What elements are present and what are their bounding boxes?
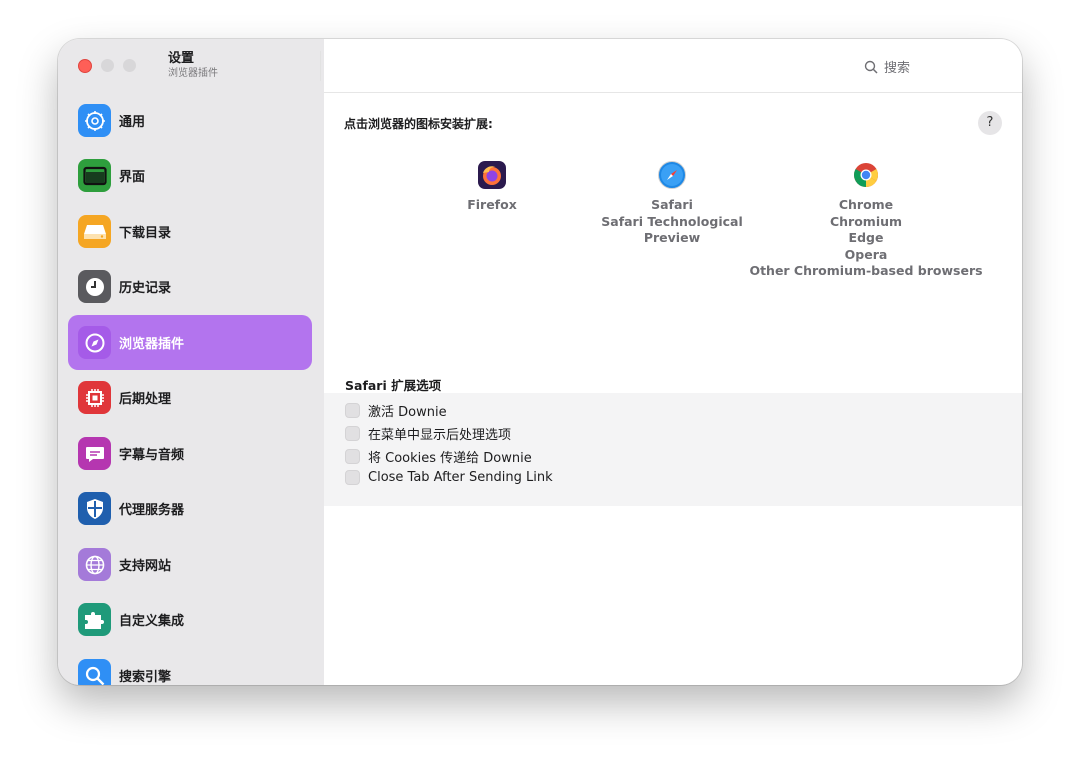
help-button[interactable]: ? — [978, 111, 1002, 135]
browser-name: Chrome — [838, 197, 894, 212]
sidebar-item-label: 历史记录 — [119, 281, 172, 296]
main-content: 点击浏览器的图标安装扩展: ? Firefox Safari Safari Te… — [324, 93, 1022, 685]
sidebar-item-label: 支持网站 — [119, 559, 172, 574]
close-button[interactable] — [78, 59, 92, 73]
sidebar-item-history[interactable]: 历史记录 — [68, 259, 312, 314]
sidebar: 设置 浏览器插件 通用 界面 下载目录 历史记录 浏览器插件 后期处理 字幕与音… — [58, 39, 325, 685]
magnifier-icon — [78, 659, 111, 685]
option-label: 激活 Downie — [368, 405, 447, 420]
minimize-button[interactable] — [101, 59, 114, 72]
sidebar-item-label: 自定义集成 — [119, 614, 185, 629]
search-icon — [864, 60, 878, 74]
checkbox[interactable] — [345, 426, 360, 441]
sidebar-item-label: 字幕与音频 — [119, 448, 185, 463]
globe-icon — [78, 548, 111, 581]
browser-firefox[interactable]: Firefox — [452, 161, 532, 214]
search-field[interactable]: 搜索 — [864, 57, 910, 76]
toolbar: 搜索 — [324, 39, 1022, 93]
sidebar-item-label: 下载目录 — [119, 226, 172, 241]
sidebar-item-supported-sites[interactable]: 支持网站 — [68, 537, 312, 592]
safari-options-panel: 激活 Downie 在菜单中显示后处理选项 将 Cookies 传递给 Down… — [324, 393, 1022, 506]
sidebar-item-label: 搜索引擎 — [119, 670, 172, 685]
sidebar-item-general[interactable]: 通用 — [68, 93, 312, 148]
clock-icon — [78, 270, 111, 303]
install-instructions: 点击浏览器的图标安装扩展: — [344, 117, 493, 131]
option-pass-cookies[interactable]: 将 Cookies 传递给 Downie — [345, 447, 532, 466]
safari-options-title: Safari 扩展选项 — [345, 378, 442, 393]
sidebar-item-subtitles-audio[interactable]: 字幕与音频 — [68, 426, 312, 481]
window-icon — [78, 159, 111, 192]
browser-name: Opera — [844, 246, 888, 262]
sidebar-item-browser-extensions[interactable]: 浏览器插件 — [68, 315, 312, 370]
drive-icon — [78, 215, 111, 248]
browser-name: Firefox — [467, 197, 517, 212]
window-title: 设置 — [168, 51, 195, 66]
sidebar-item-label: 后期处理 — [119, 392, 172, 407]
browser-name: Other Chromium-based browsers — [749, 263, 983, 278]
browser-name: Chromium — [829, 213, 903, 229]
browser-chromium-family[interactable]: Chrome Chromium Edge Opera Other Chromiu… — [741, 161, 991, 280]
browser-name: Edge — [848, 230, 884, 245]
shield-icon — [78, 492, 111, 525]
checkbox[interactable] — [345, 403, 360, 418]
option-label: 在菜单中显示后处理选项 — [368, 428, 512, 443]
option-activate-downie[interactable]: 激活 Downie — [345, 401, 447, 420]
window-title-block: 设置 浏览器插件 — [168, 51, 218, 80]
checkbox[interactable] — [345, 470, 360, 485]
search-placeholder: 搜索 — [884, 61, 911, 76]
puzzle-icon — [78, 603, 111, 636]
option-close-tab[interactable]: Close Tab After Sending Link — [345, 470, 553, 485]
option-show-postprocessing-menu[interactable]: 在菜单中显示后处理选项 — [345, 424, 511, 443]
sidebar-item-downloads[interactable]: 下载目录 — [68, 204, 312, 259]
firefox-icon — [478, 161, 506, 189]
checkbox[interactable] — [345, 449, 360, 464]
speech-bubble-icon — [78, 437, 111, 470]
sidebar-item-search-engines[interactable]: 搜索引擎 — [68, 648, 312, 685]
gear-icon — [78, 104, 111, 137]
settings-window: 设置 浏览器插件 通用 界面 下载目录 历史记录 浏览器插件 后期处理 字幕与音… — [58, 39, 1022, 685]
sidebar-item-label: 代理服务器 — [119, 503, 185, 518]
option-label: 将 Cookies 传递给 Downie — [368, 451, 532, 466]
option-label: Close Tab After Sending Link — [368, 470, 553, 485]
sidebar-item-label: 通用 — [119, 115, 146, 130]
safari-icon — [658, 161, 686, 189]
chrome-icon — [852, 161, 880, 189]
sidebar-divider — [320, 51, 321, 81]
chip-icon — [78, 381, 111, 414]
sidebar-item-interface[interactable]: 界面 — [68, 148, 312, 203]
sidebar-item-label: 界面 — [119, 170, 146, 185]
sidebar-item-post-processing[interactable]: 后期处理 — [68, 370, 312, 425]
sidebar-item-proxy[interactable]: 代理服务器 — [68, 481, 312, 536]
window-controls — [78, 59, 136, 73]
window-subtitle: 浏览器插件 — [168, 68, 218, 79]
sidebar-item-label: 浏览器插件 — [119, 337, 185, 352]
sidebar-item-custom-integration[interactable]: 自定义集成 — [68, 592, 312, 647]
zoom-button[interactable] — [123, 59, 136, 72]
compass-icon — [78, 326, 111, 359]
